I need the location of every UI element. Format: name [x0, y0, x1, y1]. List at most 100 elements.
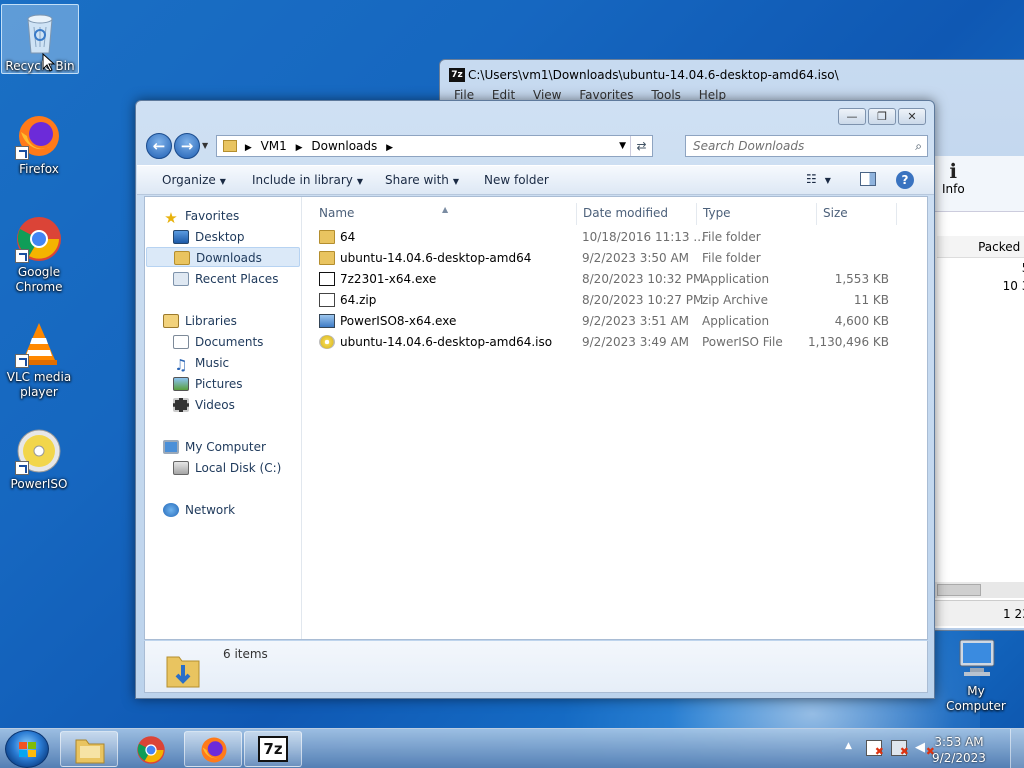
- new-folder-button[interactable]: New folder: [484, 173, 549, 187]
- nav-local-disk[interactable]: Local Disk (C:): [173, 458, 281, 478]
- taskbar: 7z ▲ ✖ ✖ ◀ ✖ 3:53 AM 9/2/2023: [0, 728, 1024, 768]
- desktop-icon-chrome[interactable]: Google Chrome: [0, 211, 78, 295]
- chevron-down-icon: ▼: [824, 176, 831, 185]
- file-type: File folder: [702, 230, 761, 244]
- file-list[interactable]: Name ▲ Date modified Type Size 64 10/18/20…: [303, 197, 927, 639]
- file-row[interactable]: ubuntu-14.04.6-desktop-amd64 9/2/2023 3:5…: [319, 248, 909, 269]
- clock-time: 3:53 AM: [934, 735, 984, 749]
- taskbar-7zip-button[interactable]: 7z: [244, 731, 302, 767]
- forward-arrow-icon: →: [180, 137, 194, 155]
- nav-recent-places[interactable]: Recent Places: [173, 269, 278, 289]
- show-desktop-button[interactable]: [1010, 729, 1024, 768]
- desktop-icon-my-computer[interactable]: My Computer: [936, 630, 1016, 714]
- hard-disk-icon: [173, 461, 189, 475]
- column-header-name[interactable]: Name ▲: [303, 203, 577, 225]
- show-hidden-icons-button[interactable]: ▲: [845, 741, 852, 751]
- folder-icon: [319, 230, 335, 244]
- item-count: 6 items: [223, 647, 268, 661]
- maximize-icon: ❐: [877, 110, 887, 123]
- organize-button[interactable]: Organize ▼: [162, 173, 226, 187]
- help-button[interactable]: ?: [896, 171, 914, 189]
- taskbar-explorer-button[interactable]: [60, 731, 118, 767]
- nav-my-computer[interactable]: My Computer: [163, 437, 266, 457]
- nav-music[interactable]: ♫ Music: [173, 353, 229, 373]
- nav-favorites[interactable]: ★ Favorites: [163, 206, 239, 226]
- breadcrumb-vm1[interactable]: VM1: [261, 139, 287, 153]
- action-center-icon[interactable]: ✖: [866, 740, 884, 758]
- desktop-icon-label: Recycle Bin: [5, 59, 75, 73]
- nav-label: Recent Places: [195, 272, 279, 286]
- file-type: PowerISO File: [702, 335, 783, 349]
- nav-videos[interactable]: Videos: [173, 395, 235, 415]
- downloads-folder-icon: [223, 140, 237, 152]
- file-name-cell: 7z2301-x64.exe: [319, 269, 436, 290]
- back-arrow-icon: ←: [152, 137, 166, 155]
- breadcrumb-arrow-icon[interactable]: ▶: [296, 143, 303, 153]
- refresh-button[interactable]: ⇄: [630, 136, 652, 156]
- change-view-button[interactable]: ☷ ▼: [806, 172, 831, 186]
- disc-icon: [319, 335, 335, 349]
- nav-documents[interactable]: Documents: [173, 332, 263, 352]
- search-icon[interactable]: ⌕: [915, 136, 922, 156]
- system-clock[interactable]: 3:53 AM 9/2/2023: [924, 734, 994, 766]
- file-row[interactable]: 7z2301-x64.exe 8/20/2023 10:32 PM Applicat…: [319, 269, 909, 290]
- breadcrumb-arrow-icon[interactable]: ▶: [245, 143, 252, 153]
- desktop-icon-firefox[interactable]: Firefox: [0, 108, 78, 177]
- file-row[interactable]: PowerISO8-x64.exe 9/2/2023 3:51 AM Applica…: [319, 311, 909, 332]
- chrome-icon: [137, 736, 165, 764]
- explorer-folder-icon: [75, 739, 105, 764]
- file-row[interactable]: 64.zip 8/20/2023 10:27 PM zip Archive 11 KB: [319, 290, 909, 311]
- chevron-down-icon: ▼: [356, 177, 364, 186]
- file-row[interactable]: 64 10/18/2016 11:13 ... File folder: [319, 227, 909, 248]
- share-with-button[interactable]: Share with ▼: [385, 173, 459, 187]
- taskbar-chrome-button[interactable]: [124, 731, 178, 767]
- network-status-icon[interactable]: ✖: [891, 740, 909, 758]
- pictures-icon: [173, 377, 189, 391]
- column-header-type[interactable]: Type: [697, 203, 817, 225]
- desktop-icon-recycle-bin[interactable]: Recycle Bin: [1, 4, 79, 74]
- address-bar[interactable]: ▶ VM1 ▶ Downloads ▶ ▼ ⇄: [216, 135, 653, 157]
- sevenzip-horizontal-scrollbar[interactable]: [935, 582, 1024, 598]
- back-button[interactable]: ←: [146, 133, 172, 159]
- maximize-button[interactable]: ❐: [868, 108, 896, 125]
- minimize-button[interactable]: —: [838, 108, 866, 125]
- sevenzip-col-packed-size[interactable]: Packed Si: [937, 236, 1024, 258]
- desktop-icon-poweriso[interactable]: PowerISO: [0, 423, 78, 492]
- sevenzip-titlebar[interactable]: 7z C:\Users\vm1\Downloads\ubuntu-14.04.6…: [440, 60, 1024, 90]
- forward-button[interactable]: →: [174, 133, 200, 159]
- nav-downloads[interactable]: Downloads: [146, 247, 300, 267]
- taskbar-firefox-button[interactable]: [184, 731, 242, 767]
- start-button[interactable]: [5, 730, 49, 768]
- nav-desktop[interactable]: Desktop: [173, 227, 245, 247]
- sevenzip-info-button[interactable]: ℹ Info: [942, 160, 965, 196]
- file-name-cell: ubuntu-14.04.6-desktop-amd64: [319, 248, 531, 269]
- close-button[interactable]: ✕: [898, 108, 926, 125]
- file-date: 10/18/2016 11:13 ...: [582, 230, 705, 244]
- search-placeholder: Search Downloads: [693, 139, 805, 153]
- column-header-size[interactable]: Size: [817, 203, 897, 225]
- explorer-window[interactable]: — ❐ ✕ ← → ▼ ▶ VM1 ▶ Downloads ▶ ▼ ⇄ Sear…: [135, 100, 935, 699]
- file-type: Application: [702, 272, 770, 286]
- downloads-folder-large-icon: [166, 656, 200, 688]
- file-date: 9/2/2023 3:51 AM: [582, 314, 690, 328]
- nav-pictures[interactable]: Pictures: [173, 374, 243, 394]
- include-in-library-button[interactable]: Include in library ▼: [252, 173, 363, 187]
- nav-label: My Computer: [185, 440, 266, 454]
- file-name-cell: 64: [319, 227, 355, 248]
- breadcrumb-downloads[interactable]: Downloads: [311, 139, 377, 153]
- nav-libraries[interactable]: Libraries: [163, 311, 237, 331]
- breadcrumb-arrow-icon[interactable]: ▶: [386, 143, 393, 153]
- address-dropdown-icon[interactable]: ▼: [619, 136, 626, 156]
- file-row[interactable]: ubuntu-14.04.6-desktop-amd64.iso 9/2/2023…: [319, 332, 909, 353]
- computer-icon: [952, 634, 1000, 682]
- computer-icon: [163, 440, 179, 454]
- search-input[interactable]: Search Downloads ⌕: [685, 135, 928, 157]
- desktop-icon-vlc[interactable]: VLC media player: [0, 316, 78, 400]
- recent-pages-dropdown-icon[interactable]: ▼: [202, 141, 208, 150]
- nav-network[interactable]: Network: [163, 500, 235, 520]
- sevenzip-file-list[interactable]: [935, 156, 1024, 628]
- documents-icon: [173, 335, 189, 349]
- videos-icon: [173, 398, 189, 412]
- column-header-date[interactable]: Date modified: [577, 203, 697, 225]
- preview-pane-button[interactable]: [860, 172, 876, 189]
